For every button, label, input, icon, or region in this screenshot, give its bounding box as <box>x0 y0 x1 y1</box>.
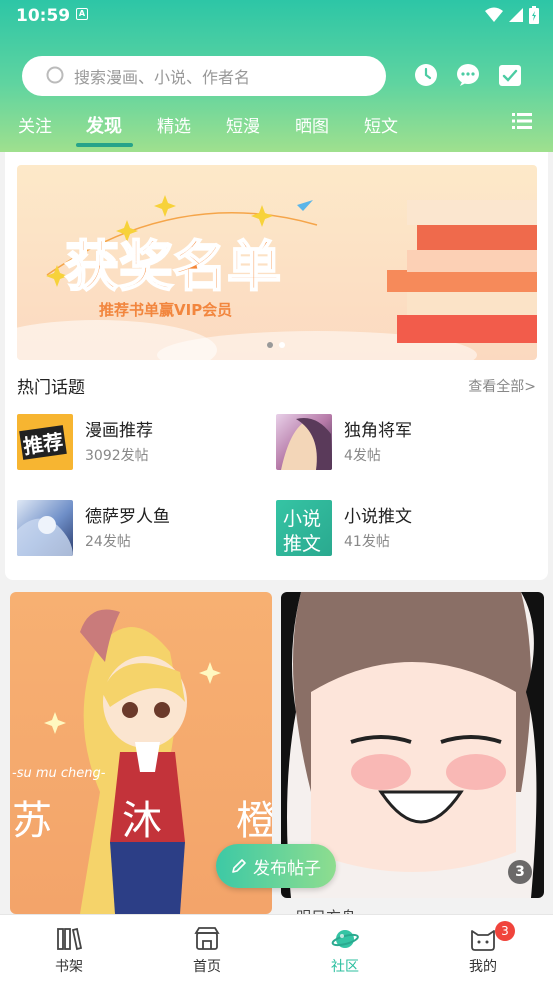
publish-post-button[interactable]: 发布帖子 <box>216 844 336 888</box>
battery-icon <box>529 6 539 24</box>
checkin-icon[interactable] <box>498 63 522 87</box>
nav-label: 首页 <box>193 959 221 975</box>
banner-subtitle: 推荐书单赢VIP会员 <box>99 301 232 319</box>
topic-item[interactable]: 德萨罗人鱼 24发帖 <box>17 500 267 558</box>
tab-follow[interactable]: 关注 <box>18 112 52 137</box>
header: 10:59 A 搜索漫画、小说、作者名 关注 发现 精选 短漫 晒图 短文 <box>0 0 553 152</box>
active-tab-indicator <box>76 143 133 147</box>
cat-face-icon <box>471 930 495 951</box>
publish-post-label: 发布帖子 <box>253 858 321 879</box>
topic-count: 41发帖 <box>344 534 390 550</box>
tab-photos[interactable]: 晒图 <box>295 112 329 137</box>
search-placeholder: 搜索漫画、小说、作者名 <box>74 68 251 87</box>
tab-short-articles[interactable]: 短文 <box>364 112 398 137</box>
search-icon <box>46 66 64 84</box>
nav-profile[interactable]: 3 我的 <box>443 921 523 979</box>
message-icon[interactable] <box>456 63 480 87</box>
nav-label: 我的 <box>469 959 497 975</box>
nav-label: 书架 <box>55 959 83 975</box>
book-stack <box>387 200 537 343</box>
topic-name: 小说推文 <box>344 507 412 527</box>
bookshelf-icon <box>57 927 83 951</box>
topic-count: 24发帖 <box>85 534 131 550</box>
topic-item[interactable]: 独角将军 4发帖 <box>276 414 526 472</box>
topic-thumbnail: 推荐 <box>17 414 73 470</box>
topic-thumbnail <box>276 414 332 470</box>
hot-topics-title: 热门话题 <box>17 378 85 398</box>
topic-thumbnail <box>17 500 73 556</box>
banner-title: 获奖名单 <box>65 235 281 298</box>
topic-item[interactable]: 小说 推文 小说推文 41发帖 <box>276 500 526 558</box>
nav-label: 社区 <box>331 959 359 975</box>
discover-card: 获奖名单 推荐书单赢VIP会员 热门话题 查看全部> 推荐 漫画推荐 3092发… <box>5 152 548 580</box>
wifi-icon <box>485 7 503 22</box>
planet-icon <box>331 930 359 948</box>
tab-short-comics[interactable]: 短漫 <box>226 112 260 137</box>
feed-small-text: -su mu cheng- <box>12 766 106 781</box>
status-bar: 10:59 A <box>0 0 553 32</box>
category-tabs: 关注 发现 精选 短漫 晒图 短文 <box>0 108 553 152</box>
topic-count: 4发帖 <box>344 448 381 464</box>
nav-bookshelf[interactable]: 书架 <box>29 923 109 979</box>
topic-thumbnail-text: 推荐 <box>19 425 67 460</box>
menu-icon[interactable] <box>512 111 532 131</box>
topic-count: 3092发帖 <box>85 448 149 464</box>
tab-featured[interactable]: 精选 <box>157 112 191 137</box>
topic-name: 德萨罗人鱼 <box>85 507 170 527</box>
signal-icon <box>509 8 523 22</box>
history-icon[interactable] <box>414 63 438 87</box>
home-store-icon <box>194 927 220 950</box>
feed-big-text-2: 沐 <box>122 798 162 844</box>
topic-name: 漫画推荐 <box>85 421 153 441</box>
system-icons <box>485 6 539 24</box>
nav-home[interactable]: 首页 <box>167 923 247 979</box>
nav-community[interactable]: 社区 <box>305 923 385 979</box>
bottom-navigation: 书架 首页 社区 3 我的 <box>0 914 553 984</box>
image-count-badge: 3 <box>508 860 532 884</box>
header-actions <box>414 63 522 87</box>
search-input[interactable]: 搜索漫画、小说、作者名 <box>22 56 386 96</box>
status-time: 10:59 <box>16 6 71 26</box>
tab-discover[interactable]: 发现 <box>86 112 122 138</box>
topic-thumbnail-text-2: 推文 <box>283 533 322 555</box>
feed-big-text-3: 橙 <box>236 798 272 844</box>
topic-thumbnail-text-1: 小说 <box>283 508 322 530</box>
award-banner[interactable]: 获奖名单 推荐书单赢VIP会员 <box>17 165 537 360</box>
topic-name: 独角将军 <box>344 421 412 441</box>
notification-icon: A <box>76 8 88 20</box>
pencil-icon <box>232 859 246 873</box>
feed-big-text-1: 苏 <box>12 798 52 844</box>
notification-badge: 3 <box>495 921 515 941</box>
view-all-link[interactable]: 查看全部> <box>468 376 536 396</box>
topic-thumbnail: 小说 推文 <box>276 500 332 556</box>
topic-item[interactable]: 推荐 漫画推荐 3092发帖 <box>17 414 267 472</box>
